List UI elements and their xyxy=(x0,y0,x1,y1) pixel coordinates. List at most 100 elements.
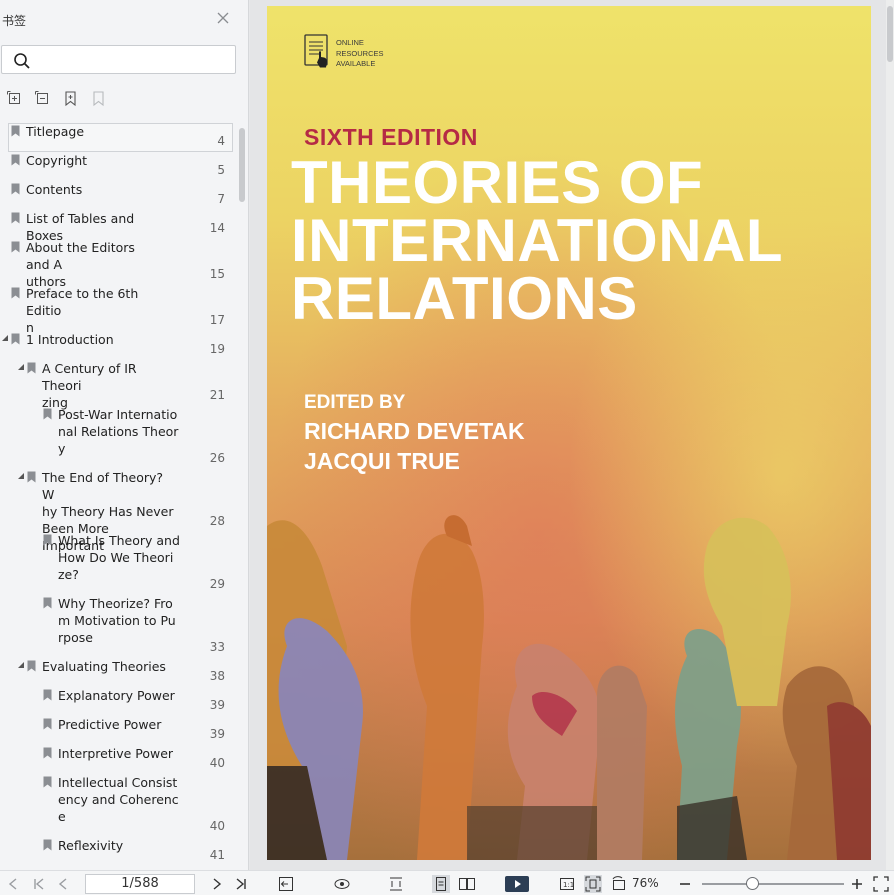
bookmark-sidebar: 书签 Titlepage 4 Copyright 5 Contents 7 List of … xyxy=(0,0,249,870)
document-scrollbar[interactable] xyxy=(886,0,894,870)
search-icon xyxy=(14,53,30,69)
bookmark-page-number: 33 xyxy=(209,640,225,654)
zoom-level[interactable]: 76% xyxy=(632,876,659,890)
bookmark-item[interactable]: Intellectual Consist ency and Coherenc e… xyxy=(0,773,236,836)
expand-all-icon[interactable] xyxy=(6,90,23,107)
fit-page-icon[interactable] xyxy=(584,875,602,893)
zoom-out-icon[interactable] xyxy=(676,875,694,893)
bookmark-icon xyxy=(43,776,52,788)
bookmark-icon xyxy=(11,154,20,166)
bookmark-icon xyxy=(11,212,20,224)
bookmark-page-number: 4 xyxy=(217,134,225,148)
two-page-icon[interactable] xyxy=(458,875,476,893)
bookmark-label: Why Theorize? Fro m Motivation to Pu rpo… xyxy=(58,596,176,645)
fit-width-icon[interactable] xyxy=(387,875,405,893)
online-resources-icon xyxy=(304,34,328,68)
bookmark-item[interactable]: Contents 7 xyxy=(0,180,236,209)
zoom-slider[interactable] xyxy=(702,883,844,885)
last-page-icon[interactable] xyxy=(232,875,250,893)
bookmark-item[interactable]: Reflexivity 41 xyxy=(0,836,236,865)
close-icon[interactable] xyxy=(215,10,231,26)
actual-size-icon[interactable]: 1:1 xyxy=(558,875,576,893)
bookmark-icon xyxy=(27,471,36,483)
edited-by-label: EDITED BY xyxy=(304,392,406,413)
bookmark-item[interactable]: Evaluating Theories 38 xyxy=(0,657,236,686)
expand-arrow-icon[interactable] xyxy=(17,661,25,669)
bookmark-item[interactable]: List of Tables and Boxes 14 xyxy=(0,209,236,243)
expand-arrow-icon[interactable] xyxy=(1,334,9,342)
collapse-all-icon[interactable] xyxy=(34,90,51,107)
bookmark-icon xyxy=(43,747,52,759)
online-resources-label: ONLINE RESOURCES AVAILABLE xyxy=(336,38,384,68)
bookmark-item[interactable]: Why Theorize? Fro m Motivation to Pu rpo… xyxy=(0,594,236,657)
delete-bookmark-icon[interactable] xyxy=(90,90,107,107)
bookmark-icon xyxy=(43,534,52,546)
bookmark-page-number: 15 xyxy=(209,267,225,281)
bookmark-item[interactable]: Interpretive Power 40 xyxy=(0,744,236,773)
bookmark-item[interactable]: What Is Theory and How Do We Theori ze? 2… xyxy=(0,531,236,594)
rotate-icon[interactable] xyxy=(610,875,628,893)
expand-arrow-icon[interactable] xyxy=(17,472,25,480)
bookmark-icon xyxy=(43,597,52,609)
bookmark-label: Explanatory Power xyxy=(58,688,175,703)
edition-label: SIXTH EDITION xyxy=(304,124,478,150)
bookmark-list: Titlepage 4 Copyright 5 Contents 7 List of Tab… xyxy=(0,122,236,870)
svg-text:1:1: 1:1 xyxy=(563,881,574,889)
bookmark-page-number: 40 xyxy=(209,756,225,770)
sidebar-toggle-icon[interactable] xyxy=(4,875,22,893)
page-number-input[interactable]: 1/588 xyxy=(85,874,195,894)
bookmark-page-number: 29 xyxy=(209,577,225,591)
bookmark-page-number: 26 xyxy=(209,451,225,465)
sidebar-scrollbar[interactable] xyxy=(239,128,245,202)
document-view: ONLINE RESOURCES AVAILABLE SIXTH EDITION… xyxy=(250,0,894,870)
bookmark-item[interactable]: Copyright 5 xyxy=(0,151,236,180)
bookmark-label: Reflexivity xyxy=(58,838,124,853)
prev-page-icon[interactable] xyxy=(54,875,72,893)
bookmark-page-number: 17 xyxy=(209,313,225,327)
zoom-in-icon[interactable] xyxy=(848,875,866,893)
bookmark-icon xyxy=(43,689,52,701)
bookmark-page-number: 38 xyxy=(209,669,225,683)
bookmark-page-number: 39 xyxy=(209,698,225,712)
scrollbar-thumb[interactable] xyxy=(887,6,893,62)
first-page-icon[interactable] xyxy=(30,875,48,893)
fullscreen-icon[interactable] xyxy=(872,875,890,893)
bookmark-icon xyxy=(43,839,52,851)
bookmark-item[interactable]: About the Editors and A uthors 15 xyxy=(0,238,236,289)
bookmark-search-input[interactable] xyxy=(1,45,236,74)
next-page-icon[interactable] xyxy=(208,875,226,893)
editor-name: JACQUI TRUE xyxy=(304,448,460,474)
bookmark-label: Predictive Power xyxy=(58,717,162,732)
bookmark-page-number: 7 xyxy=(217,192,225,206)
bookmark-item[interactable]: Predictive Power 39 xyxy=(0,715,236,744)
bookmark-page-number: 41 xyxy=(209,848,225,862)
status-bar: 1/588 1:1 76% xyxy=(0,870,894,895)
fit-window-icon[interactable] xyxy=(277,875,295,893)
bookmark-item[interactable]: Titlepage 4 xyxy=(0,122,236,152)
bookmark-label: Preface to the 6th Editio n xyxy=(26,286,139,335)
bookmark-page-number: 19 xyxy=(209,342,225,356)
bookmark-item[interactable]: Preface to the 6th Editio n 17 xyxy=(0,284,236,335)
bookmark-label: Interpretive Power xyxy=(58,746,174,761)
bookmark-label: Contents xyxy=(26,182,83,197)
bookmark-icon xyxy=(11,183,20,195)
play-icon[interactable] xyxy=(505,875,529,893)
add-bookmark-icon[interactable] xyxy=(62,90,79,107)
bookmark-item[interactable]: Explanatory Power 39 xyxy=(0,686,236,715)
bookmark-icon xyxy=(43,408,52,420)
bookmark-item[interactable]: A Century of IR Theori zing 21 xyxy=(0,359,236,410)
bookmark-icon xyxy=(11,241,20,253)
view-mode-icon[interactable] xyxy=(333,875,351,893)
bookmark-label: Evaluating Theories xyxy=(42,659,166,674)
bookmark-item[interactable]: The End of Theory? W hy Theory Has Never… xyxy=(0,468,236,553)
bookmark-page-number: 39 xyxy=(209,727,225,741)
bookmark-item[interactable]: 1 Introduction 19 xyxy=(0,330,236,359)
single-page-icon[interactable] xyxy=(432,875,450,893)
expand-arrow-icon[interactable] xyxy=(17,363,25,371)
sidebar-header: 书签 xyxy=(0,0,249,40)
bookmark-label: Post-War Internatio nal Relations Theor … xyxy=(58,407,179,456)
zoom-slider-handle[interactable] xyxy=(746,877,759,890)
bookmark-page-number: 40 xyxy=(209,819,225,833)
bookmark-toolbar xyxy=(6,90,107,108)
bookmark-item[interactable]: Post-War Internatio nal Relations Theor … xyxy=(0,405,236,468)
